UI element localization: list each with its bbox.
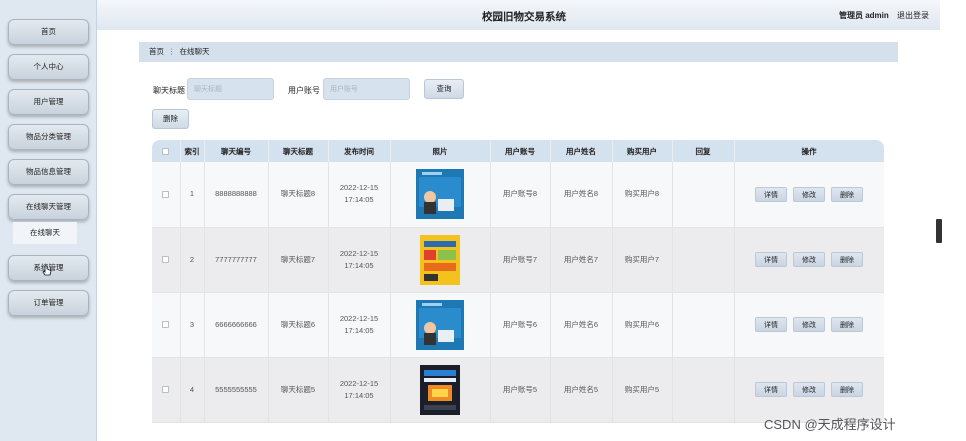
select-all-checkbox[interactable] [162,148,170,156]
breadcrumb-home[interactable]: 首页 [149,47,164,56]
cell-buyer: 购买用户5 [612,357,673,423]
book-yellow-cover-image[interactable] [416,234,464,285]
delete-button[interactable]: 删除 [831,252,863,267]
cell-user-account: 用户账号7 [490,227,551,293]
cell-index: 1 [180,162,205,228]
cell-index: 4 [180,357,205,423]
book-blue-cover-image[interactable] [416,169,464,220]
cell-chat-title: 聊天标题6 [268,292,329,358]
col-index: 索引 [180,140,205,162]
cell-publish-time: 2022-12-15 17:14:05 [328,162,391,228]
logout-link[interactable]: 退出登录 [897,10,929,21]
col-publish-time: 发布时间 [328,140,391,162]
detail-button[interactable]: 详情 [755,252,787,267]
book-blue-cover-image[interactable] [416,299,464,350]
cell-reply [672,162,735,228]
cell-user-account: 用户账号6 [490,292,551,358]
delete-button[interactable]: 删除 [831,186,863,202]
col-photo: 照片 [390,140,491,162]
sidebar-item-item-info-management[interactable]: 物品信息管理 [8,159,89,185]
delete-button[interactable]: 删除 [831,382,863,397]
cell-user-name: 用户姓名7 [550,227,613,293]
cell-chat-no: 6666666666 [204,292,269,358]
cell-publish-time: 2022-12-15 17:14:05 [328,227,391,293]
cell-reply [672,357,735,423]
sidebar: 首页 个人中心 用户管理 物品分类管理 物品信息管理 在线聊天管理 在线聊天 系… [0,0,97,441]
chat-title-label: 聊天标题 [153,86,185,95]
breadcrumb: 首页 ⋮ 在线聊天 [139,42,898,62]
col-chat-title: 聊天标题 [268,140,329,162]
cell-buyer: 购买用户8 [612,162,673,228]
sidebar-subitem-online-chat[interactable]: 在线聊天 [13,222,77,244]
cell-chat-no: 5555555555 [204,357,269,423]
watermark: CSDN @天成程序设计 [764,417,896,432]
cell-user-name: 用户姓名6 [550,292,613,358]
detail-button[interactable]: 详情 [755,382,787,397]
col-user-account: 用户账号 [490,140,551,162]
table-header: 索引 聊天编号 聊天标题 发布时间 照片 用户账号 用户姓名 购买用户 回复 操… [152,140,884,162]
breadcrumb-separator: ⋮ [168,47,176,56]
scrollbar-handle[interactable] [936,219,942,243]
sidebar-item-category-management[interactable]: 物品分类管理 [8,124,89,150]
book-dark-cover-image[interactable] [416,364,464,415]
edit-button[interactable]: 修改 [793,382,825,397]
cell-user-name: 用户姓名5 [550,357,613,423]
top-bar: 校园旧物交易系统 管理员 admin 退出登录 [97,0,940,30]
edit-button[interactable]: 修改 [793,252,825,267]
user-account-input[interactable] [323,78,410,100]
table-row: 1 8888888888 聊天标题8 2022-12-15 17:14:05 用… [152,162,884,228]
cell-publish-time: 2022-12-15 17:14:05 [328,292,391,358]
query-button[interactable]: 查询 [424,79,464,99]
edit-button[interactable]: 修改 [793,317,825,332]
row-checkbox[interactable] [162,321,170,329]
sidebar-item-personal-center[interactable]: 个人中心 [8,54,89,80]
sidebar-item-user-management[interactable]: 用户管理 [8,89,89,115]
col-chat-no: 聊天编号 [204,140,269,162]
col-actions: 操作 [734,140,884,162]
cell-index: 3 [180,292,205,358]
sidebar-item-home[interactable]: 首页 [8,19,89,45]
chat-table: 索引 聊天编号 聊天标题 发布时间 照片 用户账号 用户姓名 购买用户 回复 操… [152,140,884,441]
cell-index: 2 [180,227,205,293]
cell-reply [672,227,735,293]
user-account-label: 用户账号 [288,86,320,95]
row-checkbox[interactable] [162,386,170,394]
col-user-name: 用户姓名 [550,140,613,162]
cell-buyer: 购买用户6 [612,292,673,358]
delete-button[interactable]: 删除 [831,317,863,332]
cell-chat-title: 聊天标题5 [268,357,329,423]
admin-label: 管理员 admin [839,11,889,20]
cell-chat-title: 聊天标题8 [268,162,329,228]
row-checkbox[interactable] [162,190,170,198]
table-row: 2 7777777777 聊天标题7 2022-12-15 17:14:05 用… [152,227,884,293]
sidebar-item-order-management[interactable]: 订单管理 [8,290,89,316]
cell-user-account: 用户账号5 [490,357,551,423]
edit-button[interactable]: 修改 [793,186,825,202]
page-title: 校园旧物交易系统 [482,11,566,23]
table-row: 3 6666666666 聊天标题6 2022-12-15 17:14:05 用… [152,292,884,358]
chat-title-input[interactable] [187,78,274,100]
batch-delete-button[interactable]: 删除 [152,109,189,129]
hand-cursor-icon [42,265,52,276]
cell-user-name: 用户姓名8 [550,162,613,228]
detail-button[interactable]: 详情 [755,317,787,332]
col-reply: 回复 [672,140,735,162]
sidebar-item-chat-management[interactable]: 在线聊天管理 [8,194,89,220]
cell-user-account: 用户账号8 [490,162,551,228]
cell-chat-title: 聊天标题7 [268,227,329,293]
col-buyer: 购买用户 [612,140,673,162]
cell-buyer: 购买用户7 [612,227,673,293]
row-checkbox[interactable] [162,256,170,264]
cell-publish-time: 2022-12-15 17:14:05 [328,357,391,423]
cell-chat-no: 7777777777 [204,227,269,293]
breadcrumb-current: 在线聊天 [179,47,210,56]
detail-button[interactable]: 详情 [755,186,787,202]
cell-chat-no: 8888888888 [204,162,269,228]
cell-reply [672,292,735,358]
table-row: 4 5555555555 聊天标题5 2022-12-15 17:14:05 用… [152,357,884,423]
